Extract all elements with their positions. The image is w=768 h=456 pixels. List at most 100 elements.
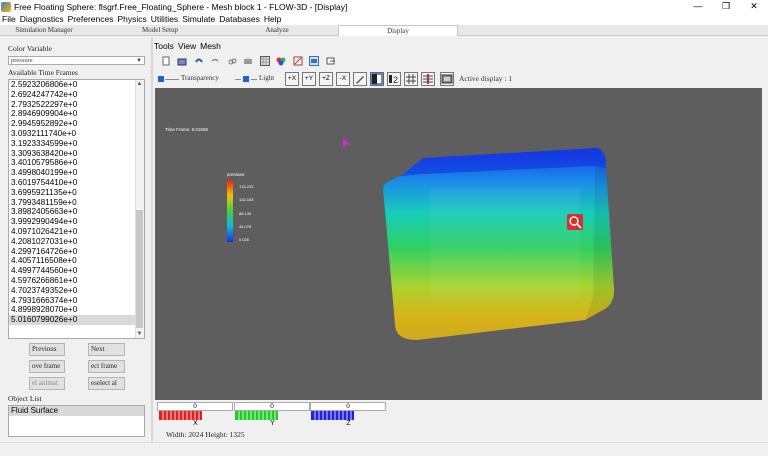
menu-simulate[interactable]: Simulate [180,13,217,25]
axis-x-value[interactable]: 0 [157,402,233,411]
list-item[interactable]: Fluid Surface [9,406,144,416]
list-item[interactable]: 3.8982405663e+0 [9,207,144,217]
list-item[interactable]: 3.4998040199e+0 [9,168,144,178]
scrollbar-thumb[interactable] [136,210,143,328]
view-minus-x-button[interactable]: -X [336,72,350,86]
edit-pencil-icon[interactable] [353,72,367,86]
maximize-button[interactable]: ❐ [712,0,740,13]
panel-splitter[interactable] [151,37,153,442]
list-item[interactable]: 3.0932111740e+0 [9,129,144,139]
axis-y-value[interactable]: 0 [234,402,310,411]
list-item[interactable]: 2.5923206806e+0 [9,80,144,90]
list-item[interactable]: 4.2081027031e+0 [9,237,144,247]
undo-icon[interactable] [210,55,221,66]
app-icon [1,1,11,12]
list-item[interactable]: 2.6924247742e+0 [9,90,144,100]
tab-analyze[interactable]: Analyze [235,25,319,36]
export-icon[interactable] [325,55,336,66]
view-plus-z-button[interactable]: +Z [319,72,333,86]
menu-diagnostics[interactable]: Diagnostics [18,13,66,25]
screenshot-icon[interactable] [440,72,454,86]
open-icon[interactable] [177,55,188,66]
axis-z-label: Z [346,420,351,427]
new-page-icon[interactable] [160,55,171,66]
menu-utilities[interactable]: Utilities [149,13,180,25]
list-item[interactable]: 5.0160799026e+0 [9,315,144,325]
color-variable-select[interactable]: pressure ▼ [8,56,145,65]
scroll-down-icon[interactable]: ▼ [135,330,144,338]
menu-help[interactable]: Help [262,13,283,25]
list-item[interactable]: 4.8998928070e+0 [9,305,144,315]
colors-icon[interactable] [276,55,287,66]
menu-physics[interactable]: Physics [115,13,148,25]
axis-x-slider[interactable] [159,411,202,420]
list-item[interactable]: 3.4010579586e+0 [9,158,144,168]
axis-z-slider[interactable] [311,411,354,420]
slider-knob[interactable] [243,76,249,82]
axis-y-slider[interactable] [235,411,278,420]
menu-file[interactable]: File [0,13,18,25]
scroll-up-icon[interactable]: ▲ [135,80,144,88]
list-item[interactable]: 3.6995921135e+0 [9,188,144,198]
deselect-all-button[interactable]: eselect al [88,377,125,390]
time-frames-scrollbar[interactable]: ▲ ▼ [135,80,144,338]
list-item[interactable]: 4.0971026421e+0 [9,227,144,237]
tab-model-setup[interactable]: Model Setup [118,25,202,36]
light-slider[interactable]: Light [231,73,281,85]
menu-preferences[interactable]: Preferences [66,13,116,25]
grid-layout-icon[interactable] [404,72,418,86]
list-item[interactable]: 3.6019754410e+0 [9,178,144,188]
legend-title: pressure [227,172,245,177]
list-item[interactable]: 3.3093638420e+0 [9,149,144,159]
list-item[interactable]: 4.7023749352e+0 [9,286,144,296]
two-displays-icon[interactable]: 2 [387,72,401,86]
sel-animation-button[interactable]: el animat [29,377,65,390]
minimize-button[interactable]: — [684,0,712,13]
rows-layout-icon[interactable] [421,72,435,86]
tab-simulation-manager[interactable]: Simulation Manager [2,25,86,36]
previous-button[interactable]: Previous [29,343,65,356]
transparency-slider[interactable]: Transparency [155,73,235,85]
list-item[interactable]: 2.9945952892e+0 [9,119,144,129]
display-window-icon[interactable] [309,55,320,66]
view-plus-x-button[interactable]: +X [285,72,299,86]
next-button[interactable]: Next [88,343,125,356]
time-frame-text: Time Frame: 5.01608 [165,127,208,132]
view-plus-y-button[interactable]: +Y [302,72,316,86]
rotate-icon[interactable] [193,55,204,66]
list-item[interactable]: 2.7932522297e+0 [9,100,144,110]
list-item[interactable]: 4.4057116508e+0 [9,256,144,266]
list-item[interactable]: 4.5976266861e+0 [9,276,144,286]
list-item[interactable]: 3.9992990494e+0 [9,217,144,227]
list-item[interactable]: 2.8946909904e+0 [9,109,144,119]
slider-knob[interactable] [158,76,164,82]
menu-tools[interactable]: Tools [154,40,174,52]
object-list[interactable]: Fluid Surface [8,405,145,437]
time-frames-list[interactable]: 2.5923206806e+0 2.6924247742e+0 2.79325222… [8,79,145,339]
list-item[interactable]: 4.2997164726e+0 [9,247,144,257]
close-button[interactable]: ✕ [740,0,768,13]
select-frame-button[interactable]: ect frame [88,360,125,373]
probe-tool[interactable] [567,214,583,230]
link-icon[interactable] [226,55,237,66]
print-icon[interactable] [243,55,254,66]
legend-tick: 44.078 [239,224,252,229]
menu-view[interactable]: View [178,40,196,52]
list-item[interactable]: 3.7993481159e+0 [9,198,144,208]
mesh-grid-icon[interactable] [259,55,270,66]
axis-z-value[interactable]: 0 [310,402,386,411]
window-title: Free Floating Sphere: flsgrf.Free_Floati… [14,1,348,12]
list-item[interactable]: 4.7931666374e+0 [9,296,144,306]
window-layout-icon[interactable] [370,72,384,86]
tab-display[interactable]: Display [338,25,458,36]
active-display-status: Active display : 1 [459,74,513,83]
list-item[interactable]: 3.1923334599e+0 [9,139,144,149]
menu-mesh[interactable]: Mesh [200,40,221,52]
display-viewport[interactable]: Time Frame: 5.01608 pressure 176.233 132… [155,88,762,400]
clip-icon[interactable] [292,55,303,66]
move-frame-button[interactable]: ove frame [29,360,65,373]
list-item[interactable]: 4.4997744560e+0 [9,266,144,276]
fluid-surface-mesh[interactable] [383,148,615,340]
menu-databases[interactable]: Databases [217,13,262,25]
color-variable-label: Color Variable [8,44,52,53]
